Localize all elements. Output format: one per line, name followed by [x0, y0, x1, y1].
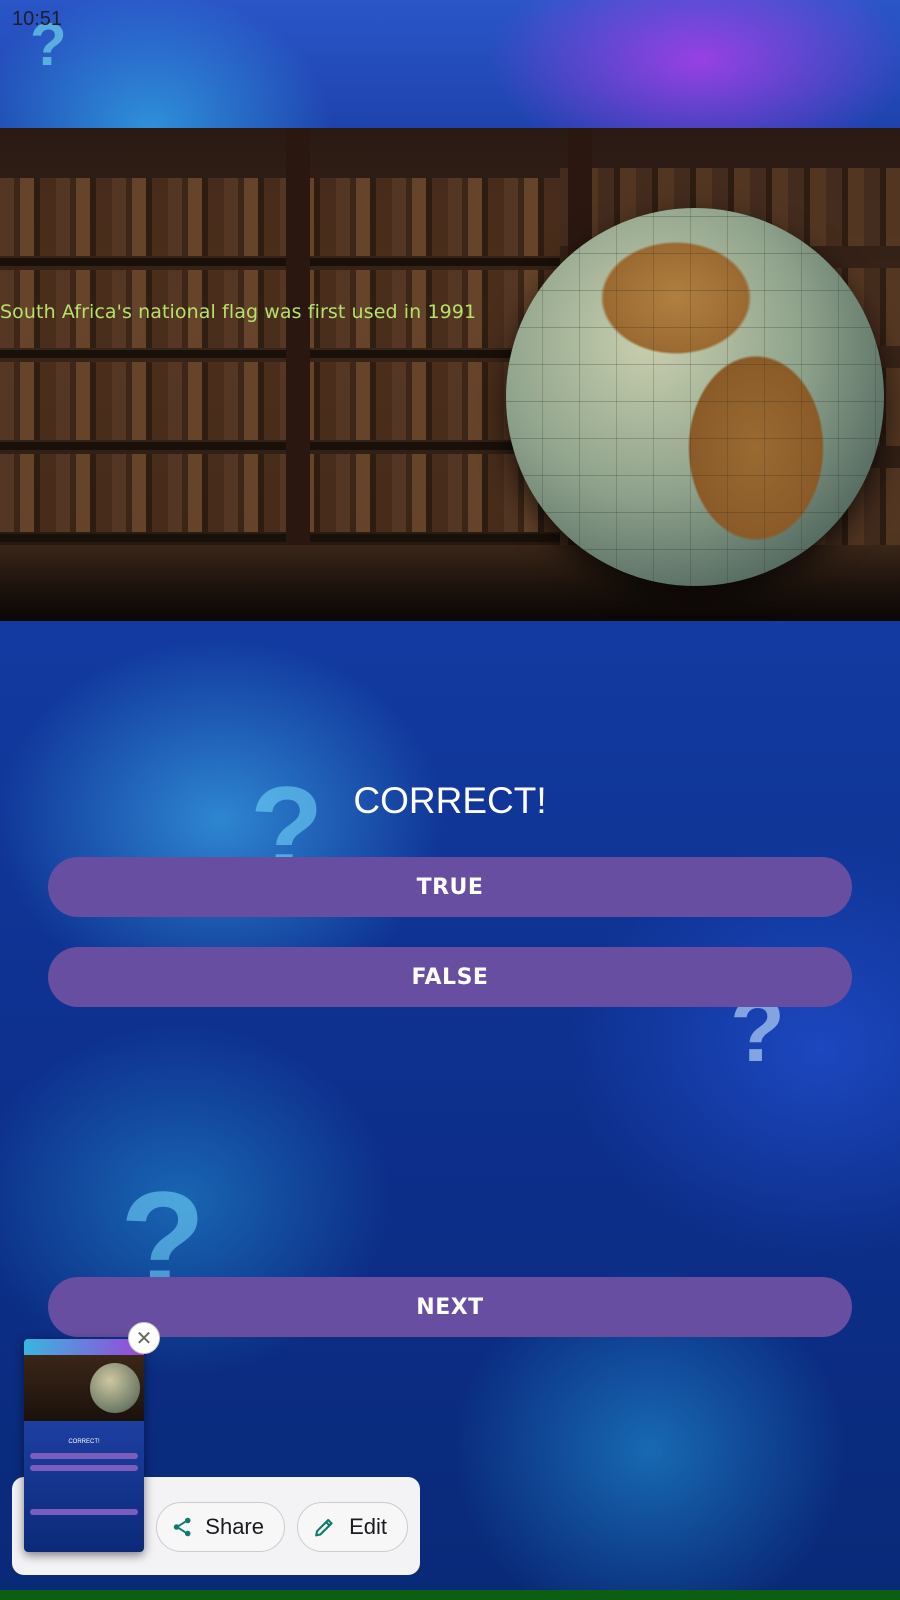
share-icon [173, 1517, 191, 1537]
edit-label: Edit [349, 1514, 387, 1539]
thumbnail-globe [90, 1363, 140, 1413]
true-button[interactable]: TRUE [48, 857, 852, 917]
shelf [0, 442, 560, 450]
shelf [0, 258, 560, 266]
false-button[interactable]: FALSE [48, 947, 852, 1007]
edit-button[interactable]: Edit [297, 1502, 408, 1552]
status-bar-time: 10:51 [12, 8, 63, 30]
thumbnail-result-text: CORRECT! [68, 1439, 100, 1445]
question-image: South Africa's national flag was first u… [0, 128, 900, 621]
thumbnail-button [30, 1453, 138, 1459]
thumbnail-button [30, 1509, 138, 1515]
result-text: CORRECT! [353, 780, 547, 821]
bookshelf-row [0, 178, 560, 256]
shelf [0, 350, 560, 358]
bottom-edge-bar [0, 1590, 900, 1600]
thumbnail-button [30, 1465, 138, 1471]
globe-image [506, 208, 884, 586]
screenshot-thumbnail[interactable]: CORRECT! [24, 1339, 144, 1552]
share-label: Share [205, 1514, 264, 1539]
next-button[interactable]: NEXT [48, 1277, 852, 1337]
bookshelf-row [0, 454, 560, 532]
thumbnail-header [24, 1339, 144, 1355]
bookshelf-row [0, 362, 560, 440]
pencil-icon [315, 1518, 333, 1537]
close-icon[interactable]: ✕ [128, 1322, 160, 1354]
question-text: South Africa's national flag was first u… [0, 301, 477, 323]
share-button[interactable]: Share [156, 1502, 285, 1552]
shelf [0, 534, 560, 542]
